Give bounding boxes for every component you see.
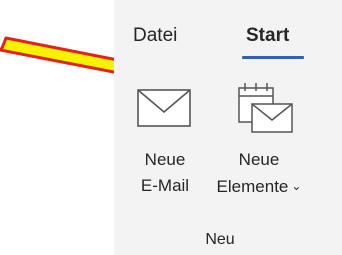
group-label-neu: Neu (205, 231, 235, 248)
new-email-label-line2: E-Mail (140, 176, 190, 195)
active-tab-indicator (242, 56, 304, 59)
stage: Datei Start Neue E-Mail Neue Elemente ⌄ N… (0, 0, 342, 255)
new-items-label-text: Elemente (216, 177, 289, 196)
new-items-label-line1: Neue (238, 150, 280, 169)
new-email-label-line1: Neue (144, 150, 186, 169)
new-email-button[interactable]: Neue E-Mail (126, 80, 204, 215)
calendar-envelope-icon (238, 83, 293, 133)
new-items-button[interactable]: Neue Elemente ⌄ (205, 80, 313, 215)
chevron-down-icon[interactable]: ⌄ (291, 179, 301, 193)
tab-start[interactable]: Start (246, 24, 289, 48)
tab-datei[interactable]: Datei (133, 24, 177, 48)
new-items-label-line2: Elemente ⌄ (205, 174, 313, 199)
envelope-icon (137, 89, 191, 127)
